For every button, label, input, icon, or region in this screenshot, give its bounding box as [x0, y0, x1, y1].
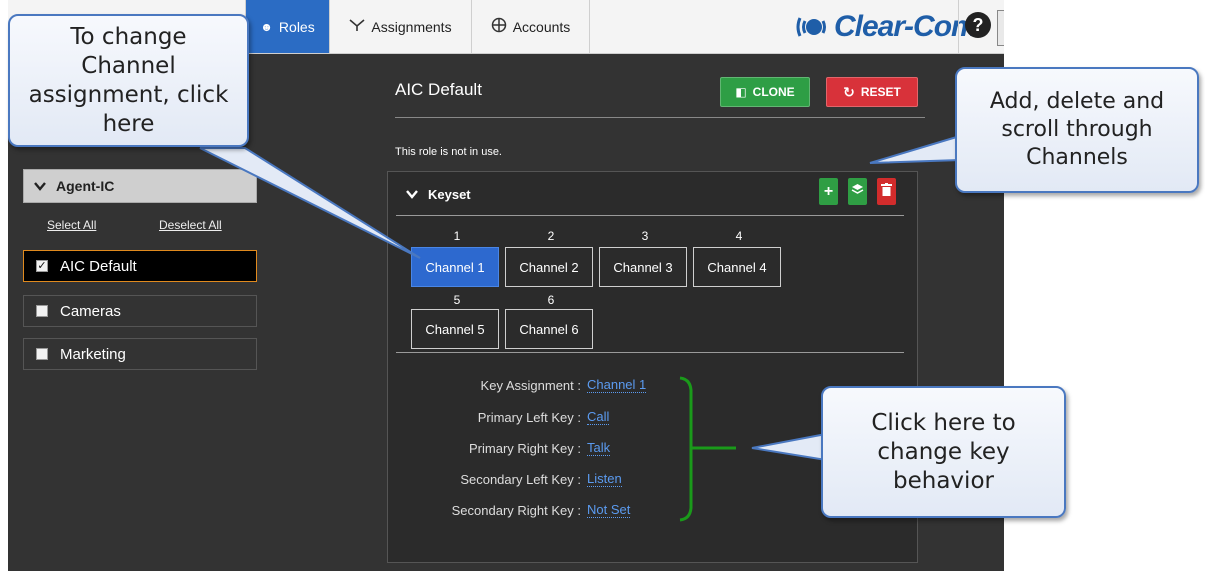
callout-text: To change Channel assignment, click here	[28, 23, 229, 137]
callout-pointer	[751, 432, 827, 462]
callout-add-delete: Add, delete and scroll through Channels	[955, 67, 1199, 193]
callout-pointer	[869, 134, 961, 164]
callout-pointer	[199, 147, 421, 259]
callout-channel-assignment: To change Channel assignment, click here	[8, 14, 249, 147]
callout-key-behavior: Click here to change key behavior	[821, 386, 1066, 518]
callout-text: Click here to change key behavior	[871, 409, 1016, 494]
callout-text: Add, delete and scroll through Channels	[989, 89, 1165, 170]
green-bracket	[679, 376, 693, 522]
